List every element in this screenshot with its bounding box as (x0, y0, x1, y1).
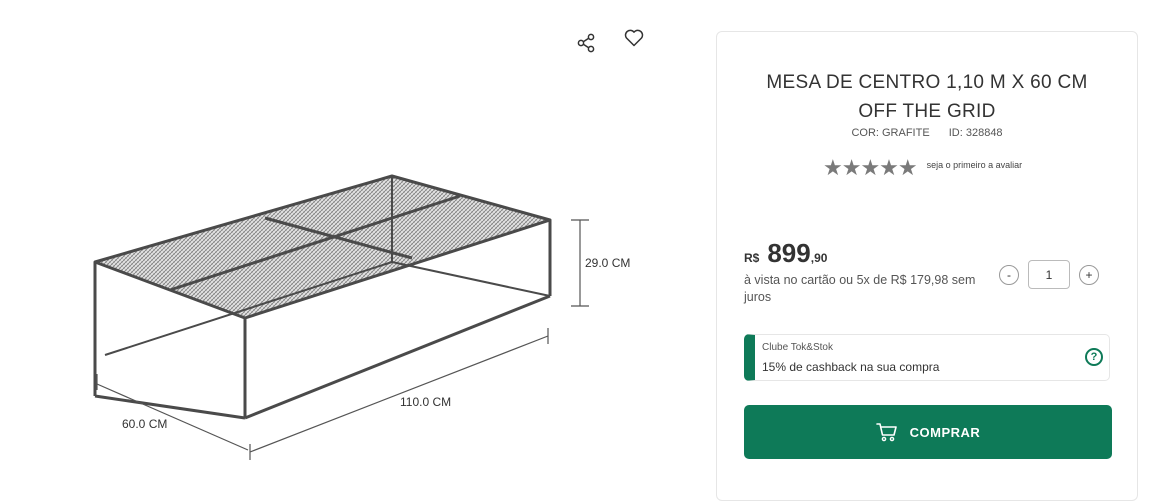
cart-icon (875, 423, 897, 442)
product-color: COR: GRAFITE (851, 127, 930, 139)
price: R$ 899 ,90 (744, 238, 827, 269)
product-title-line2: OFF THE GRID (858, 101, 996, 122)
star-rating-icon: ★★★★★ (823, 155, 918, 180)
club-cashback-banner: Clube Tok&Stok 15% de cashback na sua co… (744, 334, 1110, 381)
quantity-input[interactable] (1028, 260, 1070, 289)
help-icon[interactable]: ? (1085, 348, 1103, 366)
buy-button-label: COMPRAR (909, 424, 981, 440)
product-title-line1: MESA DE CENTRO 1,10 M X 60 CM (766, 72, 1088, 93)
height-label: 29.0 CM (585, 256, 630, 270)
price-cents: ,90 (810, 251, 828, 265)
price-currency: R$ (744, 251, 760, 265)
product-title: MESA DE CENTRO 1,10 M X 60 CM OFF THE GR… (717, 68, 1137, 126)
buy-button[interactable]: COMPRAR (744, 405, 1112, 459)
rating[interactable]: ★★★★★ seja o primeiro a avaliar (823, 157, 1022, 179)
decrease-button[interactable]: - (999, 264, 1019, 285)
club-description: 15% de cashback na sua compra (762, 360, 940, 374)
increase-button[interactable]: + (1079, 264, 1099, 285)
product-image: 29.0 CM 110.0 CM 60.0 CM (93, 174, 630, 460)
product-info-panel: MESA DE CENTRO 1,10 M X 60 CM OFF THE GR… (716, 31, 1138, 501)
club-label: Clube Tok&Stok (762, 342, 833, 353)
rate-link[interactable]: seja o primeiro a avaliar (927, 160, 1023, 170)
depth-label: 60.0 CM (122, 417, 167, 431)
installments-text: à vista no cartão ou 5x de R$ 179,98 sem… (744, 273, 976, 304)
price-integer: 899 (767, 238, 811, 268)
product-id: ID: 328848 (948, 127, 1003, 139)
product-meta: COR: GRAFITE ID: 328848 (717, 127, 1137, 139)
length-label: 110.0 CM (400, 395, 451, 409)
product-gallery: 29.0 CM 110.0 CM 60.0 CM (0, 0, 700, 480)
share-icon[interactable] (574, 31, 598, 55)
heart-icon[interactable] (622, 26, 646, 50)
quantity-stepper: - + (999, 260, 1099, 289)
